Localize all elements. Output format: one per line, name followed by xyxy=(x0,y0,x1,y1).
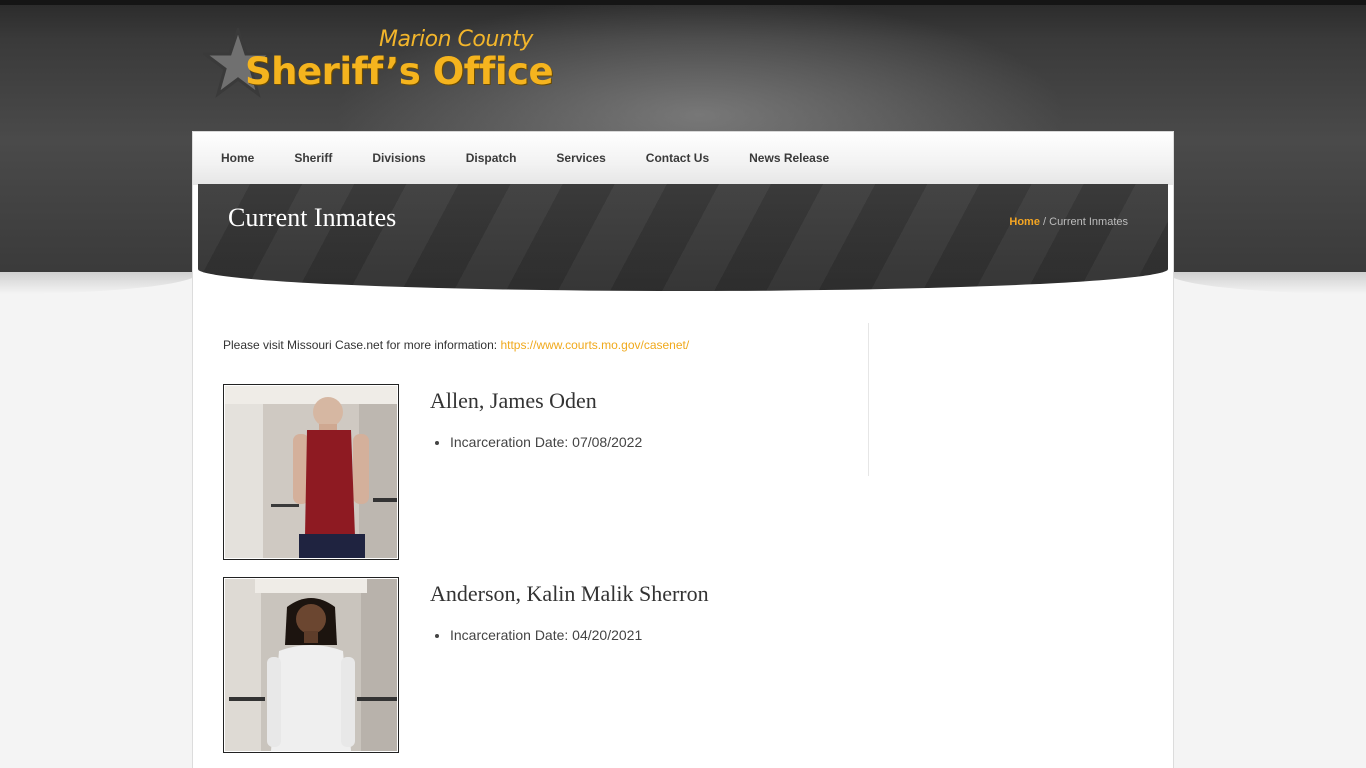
inmate-details: Incarceration Date: 07/08/2022 xyxy=(430,434,642,450)
inmate-card: Anderson, Kalin Malik Sherron Incarcerat… xyxy=(223,577,863,753)
casenet-text: Please visit Missouri Case.net for more … xyxy=(223,338,501,352)
inmate-details: Incarceration Date: 04/20/2021 xyxy=(430,627,642,643)
inmate-card: Allen, James Oden Incarceration Date: 07… xyxy=(223,384,863,560)
logo-county: Marion County xyxy=(379,27,533,52)
breadcrumb-current: Current Inmates xyxy=(1049,216,1128,228)
inmate-name[interactable]: Allen, James Oden xyxy=(430,388,597,414)
casenet-notice: Please visit Missouri Case.net for more … xyxy=(223,338,863,352)
incarceration-date: Incarceration Date: 04/20/2021 xyxy=(450,627,642,643)
header-curve-right xyxy=(1166,272,1366,294)
nav-news-release[interactable]: News Release xyxy=(729,132,849,185)
page-title: Current Inmates xyxy=(228,203,397,232)
breadcrumb: Home / Current Inmates xyxy=(1009,216,1128,228)
sidebar-divider xyxy=(868,323,869,476)
page-title-bar: Current Inmates Home / Current Inmates xyxy=(198,184,1168,291)
nav-contact-us[interactable]: Contact Us xyxy=(626,132,729,185)
site-logo[interactable]: Marion County Sheriff’s Office xyxy=(203,26,554,100)
nav-services[interactable]: Services xyxy=(536,132,625,185)
nav-home[interactable]: Home xyxy=(201,132,274,185)
nav-divisions[interactable]: Divisions xyxy=(352,132,445,185)
inmate-name[interactable]: Anderson, Kalin Malik Sherron xyxy=(430,581,709,607)
main-content: Please visit Missouri Case.net for more … xyxy=(223,323,863,753)
nav-sheriff[interactable]: Sheriff xyxy=(274,132,352,185)
main-nav: Home Sheriff Divisions Dispatch Services… xyxy=(193,131,1173,185)
inmate-photo[interactable] xyxy=(223,384,399,560)
nav-dispatch[interactable]: Dispatch xyxy=(446,132,537,185)
content-container: Home Sheriff Divisions Dispatch Services… xyxy=(192,131,1174,768)
breadcrumb-separator: / xyxy=(1039,216,1050,228)
breadcrumb-home[interactable]: Home xyxy=(1009,216,1040,228)
inmate-photo[interactable] xyxy=(223,577,399,753)
logo-office: Sheriff’s Office xyxy=(245,50,554,93)
header-curve-left xyxy=(0,272,200,294)
casenet-link[interactable]: https://www.courts.mo.gov/casenet/ xyxy=(500,338,689,352)
incarceration-date: Incarceration Date: 07/08/2022 xyxy=(450,434,642,450)
